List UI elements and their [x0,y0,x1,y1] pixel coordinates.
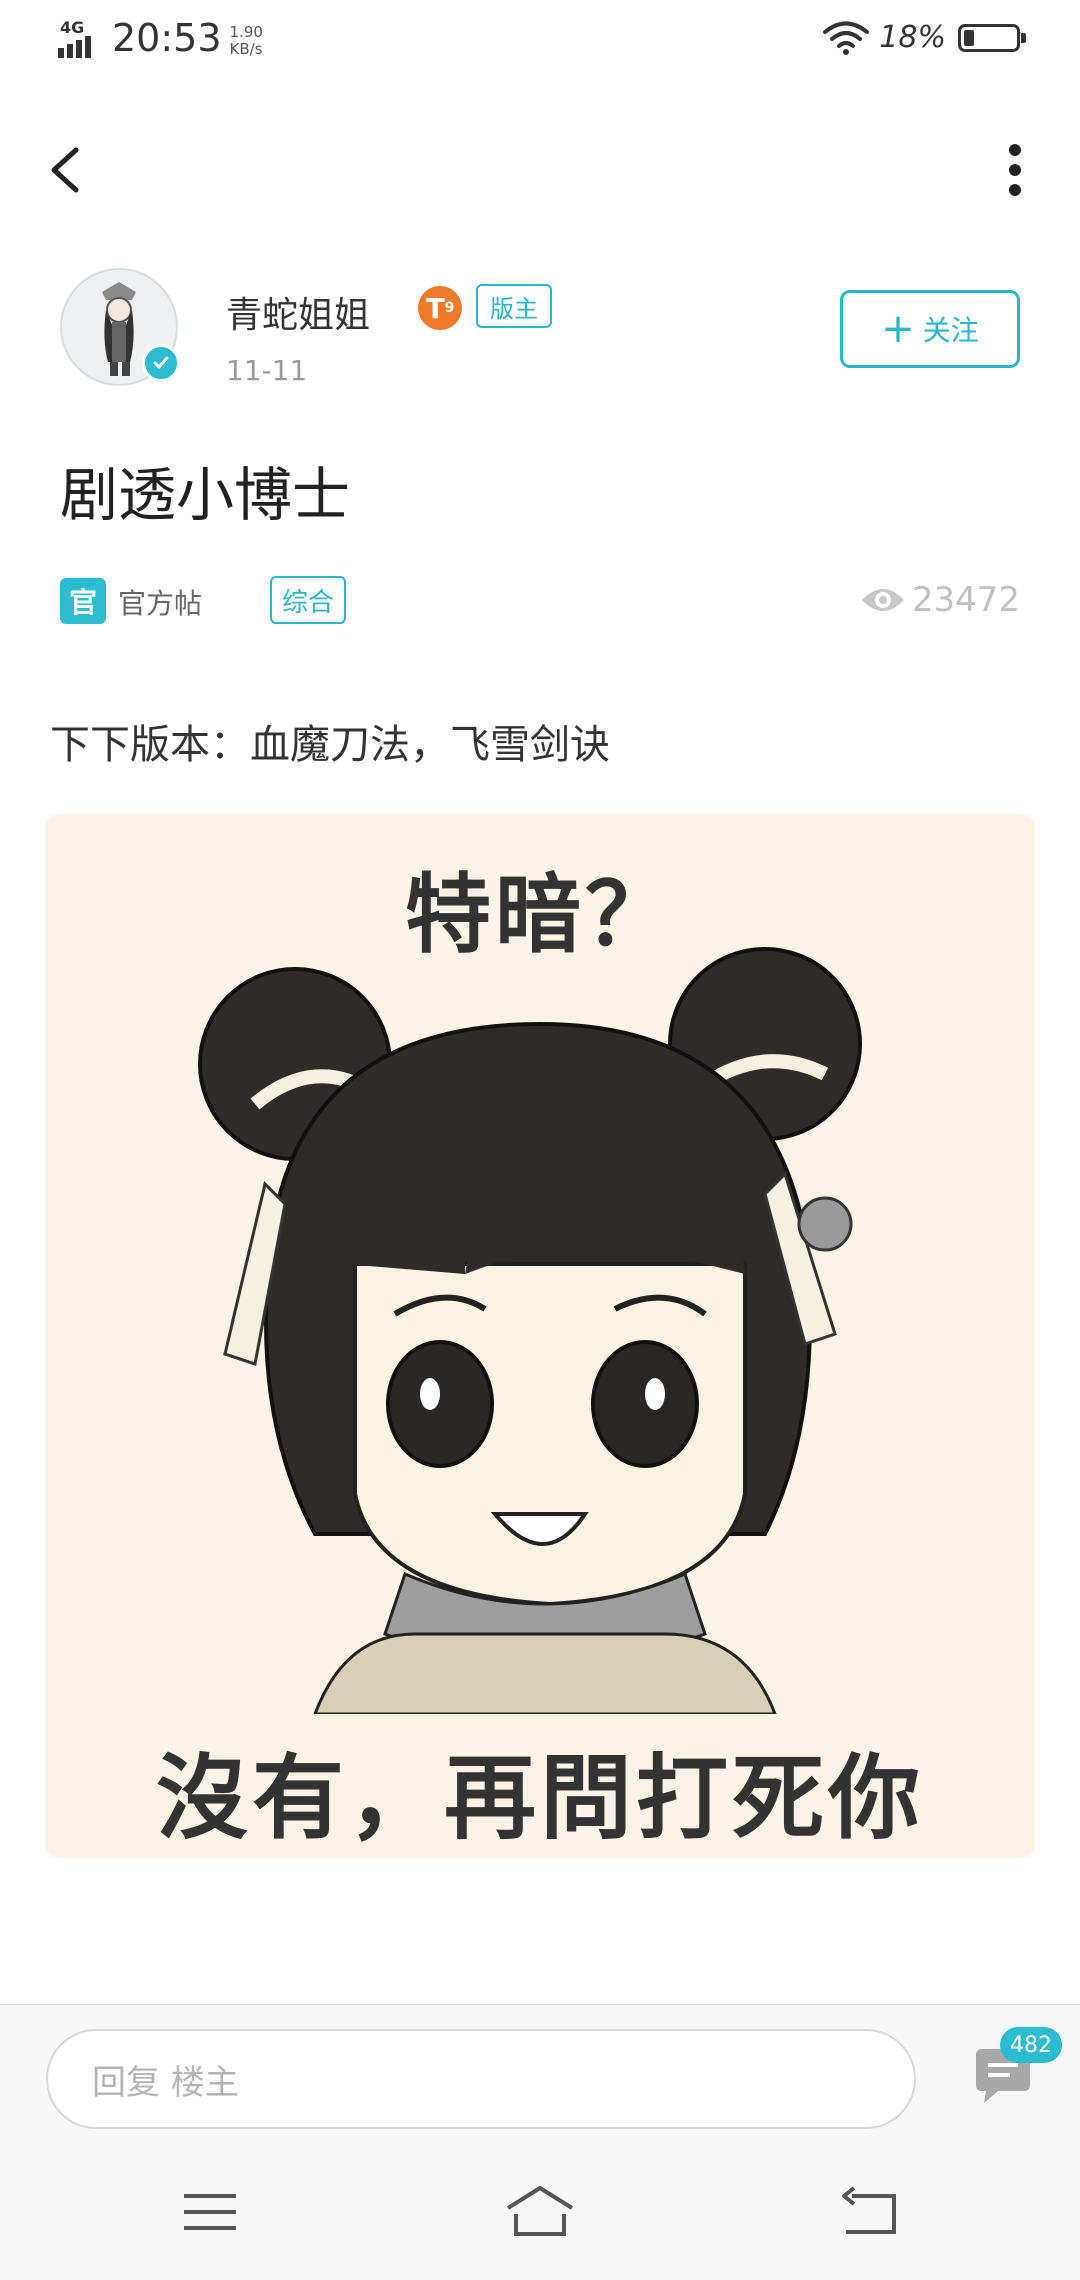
back-icon [842,2186,896,2234]
back-arrow-icon [51,147,79,193]
verified-icon [142,344,180,382]
official-label: 官方帖 [118,587,203,620]
network-type: 4G [60,18,85,37]
system-nav-bar [0,2130,1080,2280]
anime-girl-illustration [198,947,862,1714]
plus-icon: + [881,306,915,352]
status-bar: 4G 20:53 1.90 KB/s 18% [0,0,1080,80]
more-vertical-icon [1009,144,1021,196]
status-right: 18% [823,20,1026,55]
post-date: 11-11 [226,354,308,387]
menu-icon [184,2194,236,2230]
avatar[interactable] [60,268,180,386]
follow-button[interactable]: + 关注 [840,290,1020,368]
battery-icon [958,23,1026,52]
official-icon: 官 [60,578,106,624]
meme-bottom-text: 沒有，再問打死你 [155,1745,924,1852]
battery-percent: 18% [879,20,946,55]
wifi-icon [823,21,870,55]
level-badge: T9 [418,286,462,330]
home-icon [506,2186,574,2236]
reply-input[interactable]: 回复 楼主 [46,2029,916,2129]
reply-bar: 回复 楼主 482 [0,2004,1080,2131]
moderator-badge: 版主 [476,284,552,328]
author-name[interactable]: 青蛇姐姐 [226,286,370,338]
clock: 20:53 [112,16,222,60]
nav-menu-button[interactable] [170,2182,250,2242]
nav-back-button[interactable] [830,2182,910,2242]
follow-label: 关注 [922,314,979,347]
post-image[interactable]: 特暗？ 沒有，再問打死你 [45,814,1035,1858]
category-tag[interactable]: 综合 [270,576,347,624]
more-button[interactable] [990,140,1040,200]
status-left: 4G 20:53 1.90 KB/s [58,18,263,58]
tags-row: 官 官方帖 综合 23472 [60,574,1020,630]
view-count: 23472 [860,580,1020,620]
top-bar [0,120,1080,220]
network-speed: 1.90 KB/s [229,23,263,58]
back-button[interactable] [40,140,100,200]
nav-home-button[interactable] [500,2182,580,2242]
post-body: 下下版本：血魔刀法，飞雪剑诀 [50,722,610,768]
comment-count-badge: 482 [1000,2027,1062,2063]
author-row: 青蛇姐姐 T9 版主 11-11 + 关注 [0,266,1080,396]
post-title: 剧透小博士 [60,461,351,529]
eye-icon [861,589,904,611]
signal-icon: 4G [58,18,104,58]
